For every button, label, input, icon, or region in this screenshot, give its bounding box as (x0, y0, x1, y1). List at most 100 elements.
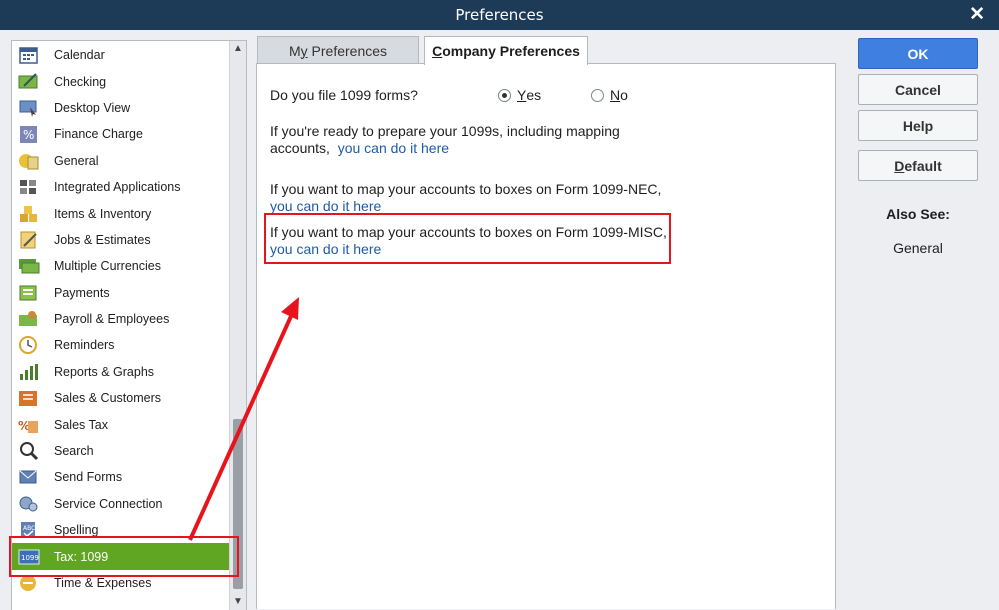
cancel-button[interactable]: Cancel (858, 74, 978, 105)
sidebar-list: Calendar Checking Desktop View% Finance Cha… (12, 41, 230, 596)
sidebar-item-label: Reports & Graphs (54, 364, 155, 379)
default-button-accel: D (894, 157, 905, 174)
window-title: Preferences (455, 6, 544, 24)
sidebar-item-reminders[interactable]: Reminders (12, 332, 230, 358)
radio-yes-accel: Y (517, 87, 527, 103)
desktop-view-icon (18, 98, 40, 118)
sidebar-item-label: Tax: 1099 (54, 549, 109, 564)
close-icon[interactable]: ✕ (969, 3, 985, 26)
map-misc-link[interactable]: you can do it here (270, 241, 667, 258)
sidebar-item-search[interactable]: Search (12, 438, 230, 464)
sidebar-item-checking[interactable]: Checking (12, 68, 230, 94)
sidebar-item-send-forms[interactable]: Send Forms (12, 464, 230, 490)
scrollbar-thumb[interactable] (233, 419, 243, 589)
sidebar-item-items-inventory[interactable]: Items & Inventory (12, 200, 230, 226)
general-icon (18, 151, 40, 171)
preferences-category-list: Calendar Checking Desktop View% Finance Cha… (11, 40, 247, 610)
radio-no-rest: o (620, 87, 628, 103)
sidebar-item-label: Sales Tax (54, 417, 108, 432)
tab-my-preferences[interactable]: My Preferences (257, 36, 419, 64)
payments-icon (18, 283, 40, 303)
default-button-rest: efault (904, 157, 942, 174)
sidebar-item-desktop-view[interactable]: Desktop View (12, 95, 230, 121)
sidebar-item-sales-customers[interactable]: Sales & Customers (12, 385, 230, 411)
tab-my-preferences-accel: y (300, 42, 308, 59)
svg-text:1099: 1099 (21, 554, 39, 562)
sidebar-item-label: Service Connection (54, 496, 163, 511)
sidebar-item-general[interactable]: General (12, 148, 230, 174)
send-forms-icon (18, 467, 40, 487)
sidebar-item-label: Search (54, 444, 94, 459)
sidebar-item-label: Time & Expenses (54, 576, 152, 590)
svg-text:ABC: ABC (23, 525, 35, 532)
company-preferences-panel: Do you file 1099 forms? Yes No If you're… (256, 63, 836, 609)
items-inventory-icon (18, 204, 40, 224)
prepare-1099-paragraph: If you're ready to prepare your 1099s, i… (270, 123, 620, 157)
map-misc-paragraph: If you want to map your accounts to boxe… (270, 224, 667, 258)
default-button[interactable]: Default (858, 150, 978, 181)
sidebar-item-label: Calendar (54, 48, 105, 63)
radio-yes-indicator[interactable] (498, 88, 511, 102)
map-nec-text: If you want to map your accounts to boxe… (270, 181, 662, 197)
time-expenses-icon (18, 573, 40, 593)
help-button[interactable]: Help (858, 110, 978, 141)
reports-graphs-icon (18, 362, 40, 382)
sidebar-item-label: Finance Charge (54, 127, 143, 142)
sidebar-item-payments[interactable]: Payments (12, 280, 230, 306)
sidebar-item-service-connection[interactable]: Service Connection (12, 491, 230, 517)
radio-yes[interactable]: Yes (498, 87, 541, 103)
prepare-1099-link[interactable]: you can do it here (338, 140, 449, 156)
sidebar-item-label: Checking (54, 74, 107, 89)
sidebar-item-label: Jobs & Estimates (54, 232, 151, 247)
payroll-employees-icon (18, 309, 40, 329)
scroll-up-icon[interactable]: ▲ (230, 41, 246, 57)
scroll-down-icon[interactable]: ▼ (230, 594, 246, 610)
tab-company-preferences-rest: ompany Preferences (442, 43, 580, 59)
sidebar-item-multiple-currencies[interactable]: Multiple Currencies (12, 253, 230, 279)
sidebar-item-label: Integrated Applications (54, 180, 181, 195)
tab-company-preferences-accel: C (432, 43, 443, 59)
sidebar-item-time-expenses[interactable]: Time & Expenses (12, 570, 230, 596)
radio-yes-rest: es (526, 87, 542, 103)
sidebar-item-label: General (54, 153, 99, 168)
sidebar-item-calendar[interactable]: Calendar (12, 42, 230, 68)
sidebar-item-finance-charge[interactable]: % Finance Charge (12, 121, 230, 147)
sidebar-item-label: Payments (54, 285, 110, 300)
sidebar-item-label: Payroll & Employees (54, 312, 170, 327)
map-nec-paragraph: If you want to map your accounts to boxe… (270, 181, 661, 215)
sales-tax-icon: % (18, 415, 40, 435)
calendar-icon (18, 45, 40, 65)
radio-no[interactable]: No (591, 87, 628, 103)
sidebar-item-label: Items & Inventory (54, 206, 152, 221)
spelling-icon: ABC (18, 520, 40, 540)
sidebar-item-jobs-estimates[interactable]: Jobs & Estimates (12, 227, 230, 253)
prepare-1099-line2: accounts, (270, 140, 330, 156)
sidebar-item-label: Reminders (54, 338, 115, 353)
sidebar-scrollbar[interactable]: ▲ ▼ (229, 41, 246, 610)
integrated-applications-icon (18, 177, 40, 197)
tab-my-preferences-rest: Preferences (307, 42, 388, 59)
also-see-general-link[interactable]: General (858, 240, 978, 256)
radio-no-accel: N (610, 87, 621, 103)
sidebar-item-payroll-employees[interactable]: Payroll & Employees (12, 306, 230, 332)
ok-button[interactable]: OK (858, 38, 978, 69)
tax-1099-icon: 1099 (18, 547, 40, 567)
sidebar-item-sales-tax[interactable]: % Sales Tax (12, 411, 230, 437)
service-connection-icon (18, 494, 40, 514)
tab-company-preferences[interactable]: Company Preferences (424, 36, 588, 65)
search-icon (18, 441, 40, 461)
sidebar-item-reports-graphs[interactable]: Reports & Graphs (12, 359, 230, 385)
map-nec-link[interactable]: you can do it here (270, 198, 661, 215)
multiple-currencies-icon (18, 256, 40, 276)
prepare-1099-line1: If you're ready to prepare your 1099s, i… (270, 123, 620, 139)
sidebar-item-label: Desktop View (54, 100, 131, 115)
sidebar-item-spelling[interactable]: ABC Spelling (12, 517, 230, 543)
sidebar-item-tax-1099[interactable]: 1099 Tax: 1099 (12, 543, 230, 570)
sidebar-item-label: Sales & Customers (54, 391, 161, 406)
radio-no-indicator[interactable] (591, 88, 604, 102)
sidebar-item-integrated-applications[interactable]: Integrated Applications (12, 174, 230, 200)
sidebar-item-label: Send Forms (54, 470, 123, 485)
tab-my-preferences-prefix: M (288, 42, 301, 59)
svg-text:%: % (23, 128, 34, 142)
sales-customers-icon (18, 388, 40, 408)
